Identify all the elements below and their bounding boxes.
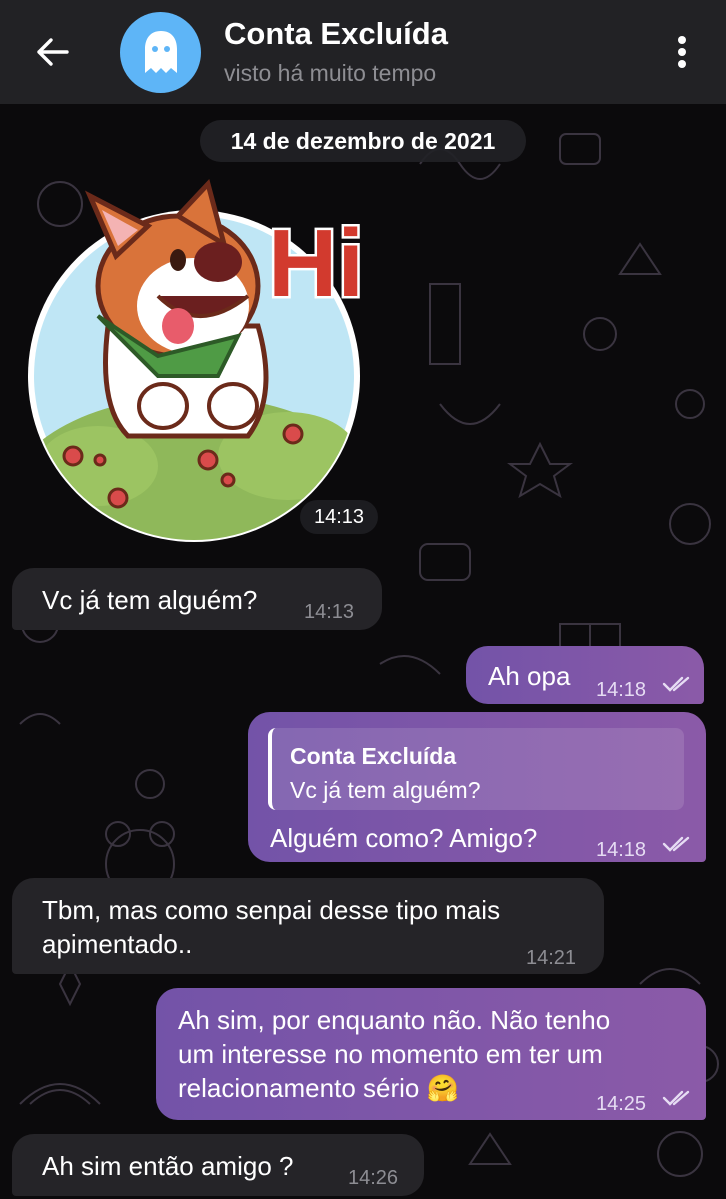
outgoing-message[interactable]: Ah sim, por enquanto não. Não tenho um i… <box>156 988 706 1120</box>
message-text-line: Tbm, mas como senpai desse tipo mais <box>42 895 501 925</box>
incoming-message[interactable]: Vc já tem alguém? 14:13 <box>12 568 382 630</box>
outgoing-message[interactable]: Ah opa 14:18 <box>466 646 704 704</box>
double-check-icon <box>662 1090 690 1106</box>
ghost-icon <box>144 30 177 73</box>
more-options-button[interactable] <box>660 26 704 78</box>
message-text-line: relacionamento sério 🤗 <box>178 1073 459 1103</box>
date-separator: 14 de dezembro de 2021 <box>200 120 526 162</box>
sticker-message[interactable]: Hi <box>28 176 380 546</box>
corgi-sticker-image: Hi <box>28 179 367 542</box>
message-text: Ah opa <box>488 661 571 691</box>
last-seen-status: visto há muito tempo <box>224 60 437 86</box>
message-time: 14:26 <box>348 1167 399 1189</box>
message-time: 14:18 <box>596 679 647 701</box>
double-check-icon <box>662 836 690 852</box>
back-button[interactable] <box>22 28 82 76</box>
double-check-icon <box>662 676 690 692</box>
message-time: 14:18 <box>596 839 647 861</box>
reply-preview[interactable]: Conta Excluída Vc já tem alguém? <box>268 728 684 810</box>
chat-title[interactable]: Conta Excluída <box>224 16 448 52</box>
more-vertical-icon <box>678 36 686 68</box>
sticker-hi-text: Hi <box>268 210 364 317</box>
message-text: Vc já tem alguém? <box>42 585 258 615</box>
message-time: 14:21 <box>526 947 577 969</box>
message-text: Alguém como? Amigo? <box>270 823 538 853</box>
message-text-line: um interesse no momento em ter um <box>178 1039 603 1069</box>
sticker-time: 14:13 <box>300 500 378 534</box>
arrow-left-icon <box>37 38 69 66</box>
incoming-message[interactable]: Tbm, mas como senpai desse tipo mais api… <box>12 878 604 974</box>
outgoing-reply-message[interactable]: Conta Excluída Vc já tem alguém? Alguém … <box>248 712 706 862</box>
message-time: 14:13 <box>304 601 355 623</box>
message-text: Ah sim então amigo ? <box>42 1151 294 1181</box>
incoming-message[interactable]: Ah sim então amigo ? 14:26 <box>12 1134 424 1196</box>
avatar[interactable] <box>120 12 201 93</box>
reply-text: Vc já tem alguém? <box>290 777 481 803</box>
message-text-line: apimentado.. <box>42 929 193 959</box>
chat-header: Conta Excluída visto há muito tempo <box>0 0 726 104</box>
message-text-line: Ah sim, por enquanto não. Não tenho <box>178 1005 611 1035</box>
message-time: 14:25 <box>596 1093 647 1115</box>
reply-author: Conta Excluída <box>290 743 457 769</box>
